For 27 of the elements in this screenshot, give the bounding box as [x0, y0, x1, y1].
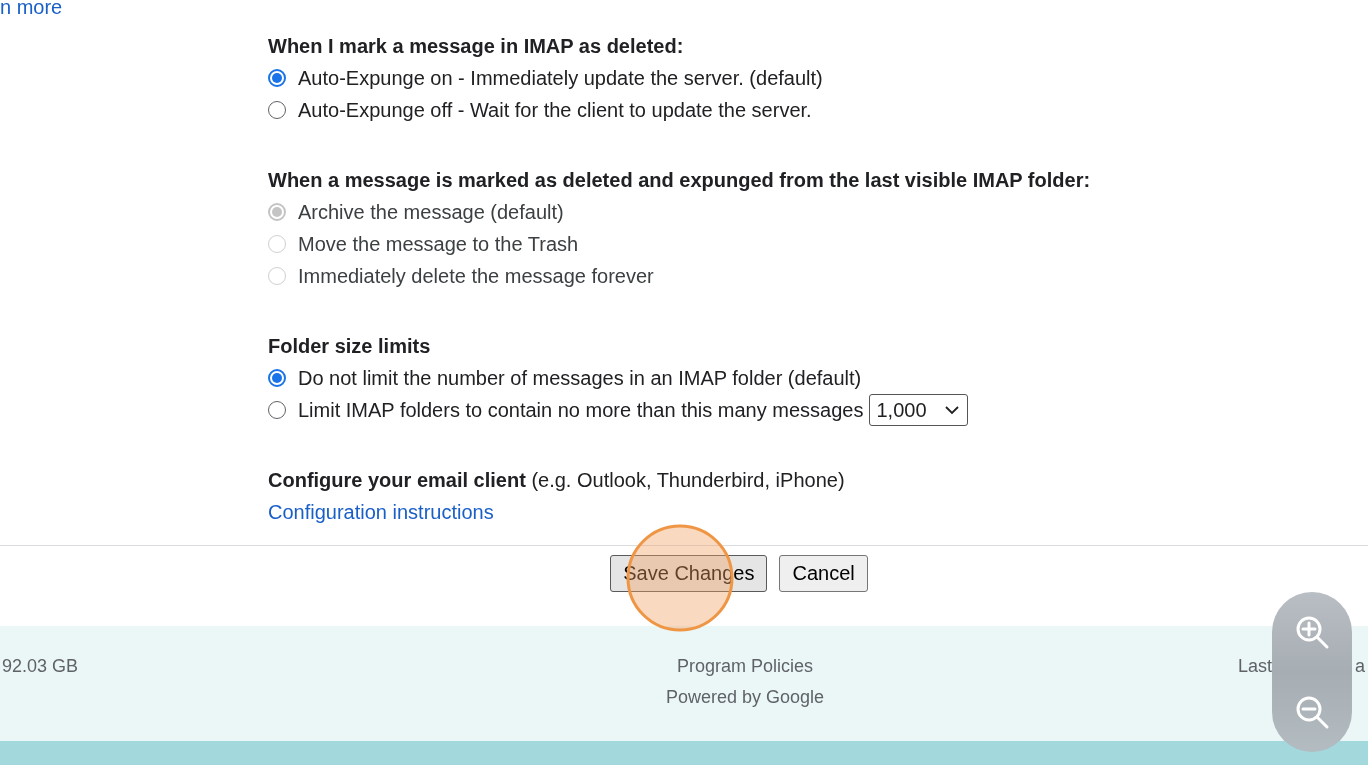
learn-more-link[interactable]: n more — [0, 0, 1368, 24]
radio-button[interactable] — [268, 101, 286, 119]
radio-button[interactable] — [268, 69, 286, 87]
zoom-out-icon[interactable] — [1294, 694, 1330, 730]
option-label: Move the message to the Trash — [298, 232, 579, 256]
activity-text: a — [1355, 656, 1365, 677]
configuration-link[interactable]: Configuration instructions — [268, 496, 494, 528]
option-label: Immediately delete the message forever — [298, 264, 654, 288]
section-heading: When I mark a message in IMAP as deleted: — [268, 34, 684, 59]
storage-text: 92.03 GB — [2, 656, 79, 677]
option-label: Archive the message (default) — [298, 200, 564, 224]
chevron-icon — [944, 405, 959, 415]
option-label: Auto-Expunge off - Wait for the client to update the server. — [298, 98, 812, 122]
activity-text: Last — [1238, 656, 1273, 677]
option-label: Limit IMAP folders to contain no more than this many messages — [298, 398, 864, 422]
footer-link[interactable]: Program Policies — [676, 656, 813, 677]
limit-dropdown[interactable]: 1,000 — [869, 394, 968, 426]
cancel-button[interactable]: Cancel — [779, 555, 868, 592]
footer-link[interactable]: Powered by Google — [665, 687, 825, 708]
option-label: Do not limit the number of messages in an IMAP folder (default) — [298, 366, 862, 390]
zoom-in-icon[interactable] — [1294, 614, 1330, 650]
radio-button[interactable] — [268, 401, 286, 419]
section-heading: When a message is marked as deleted and expunged from the last visible IMAP folder: — [268, 168, 1091, 193]
radio-button[interactable] — [268, 369, 286, 387]
option-label: Auto-Expunge on - Immediately update the server. (default) — [298, 66, 823, 90]
configure-text: Configure your email client (e.g. Outlook, Thunderbird, iPhone) — [268, 468, 846, 493]
section-heading: Folder size limits — [268, 334, 431, 359]
